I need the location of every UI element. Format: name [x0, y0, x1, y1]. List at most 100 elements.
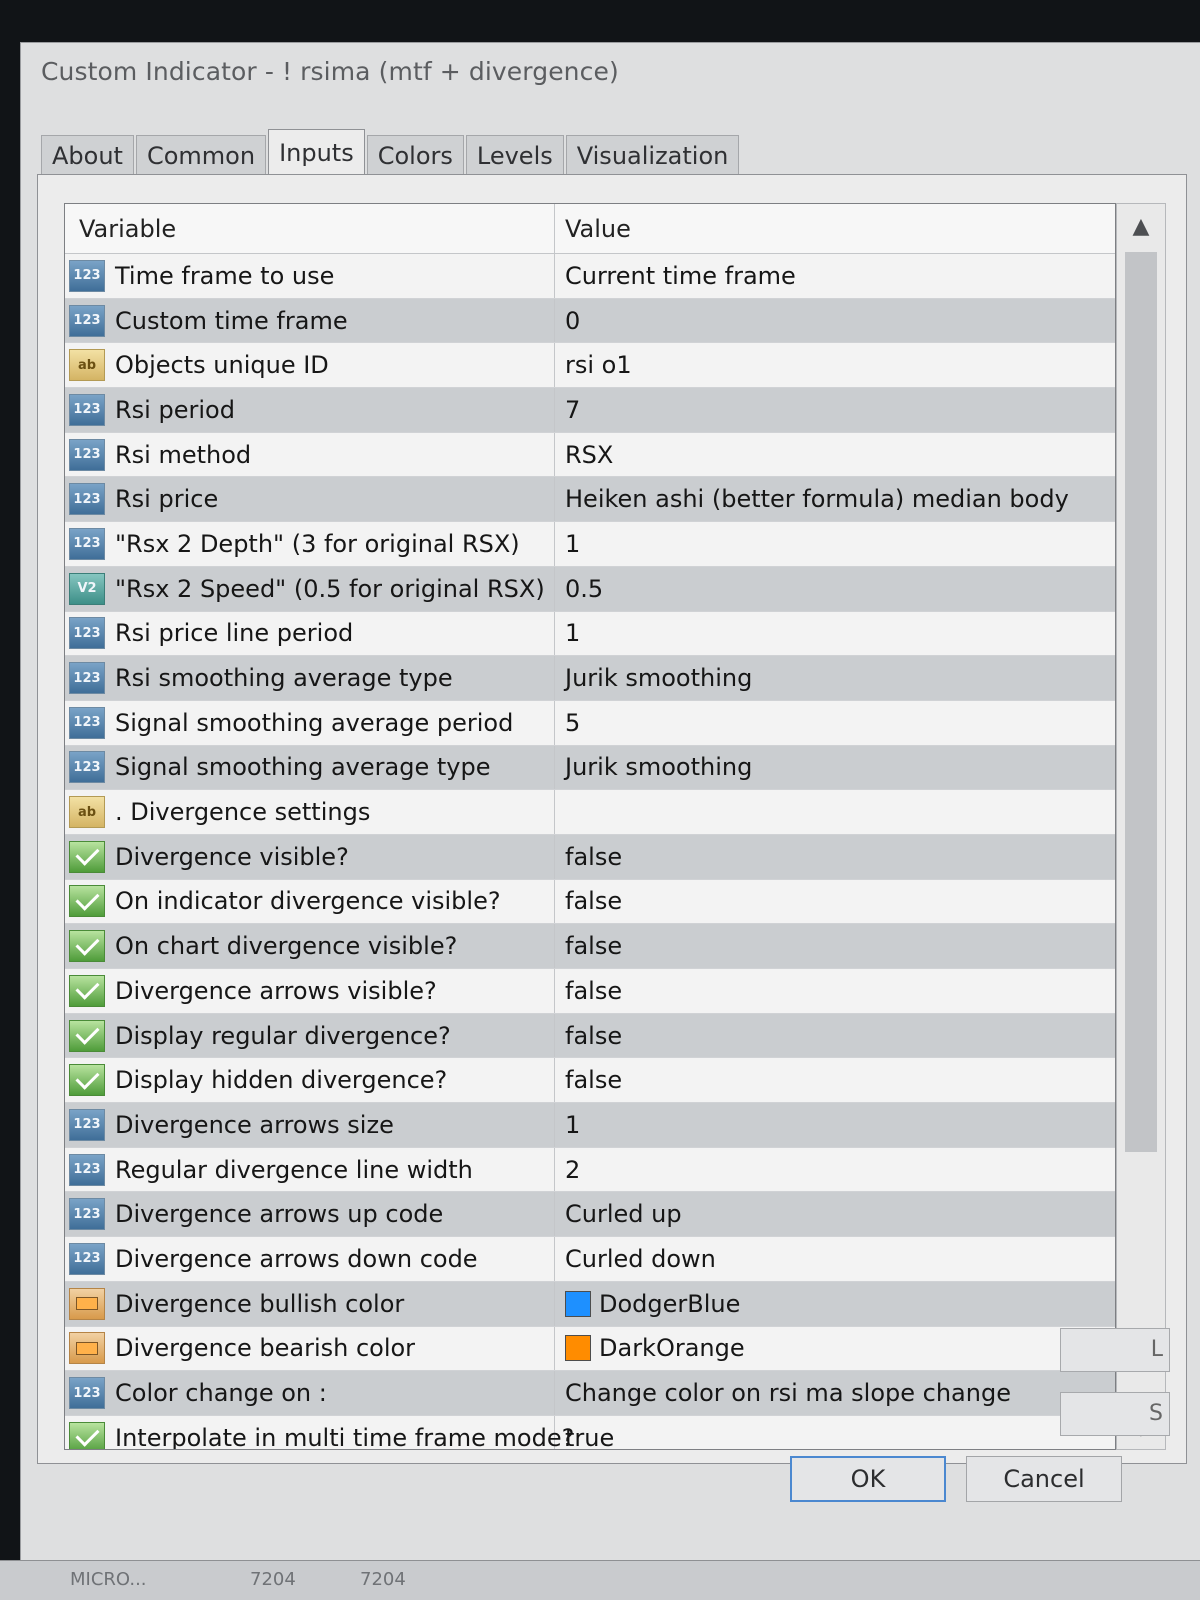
- tab-bar: About Common Inputs Colors Levels Visual…: [41, 129, 741, 175]
- table-row[interactable]: 123 Divergence arrows size 1: [65, 1103, 1115, 1148]
- value-cell[interactable]: 1: [555, 522, 1115, 566]
- table-row[interactable]: 123 Signal smoothing average type Jurik sm…: [65, 745, 1115, 791]
- table-row[interactable]: 123 Custom time frame 0: [65, 298, 1115, 344]
- table-row[interactable]: 123 Rsi method RSX: [65, 432, 1115, 478]
- table-row[interactable]: 123 Divergence arrows down code Curled dow…: [65, 1237, 1115, 1282]
- table-row[interactable]: 123 Time frame to use Current time frame: [65, 254, 1115, 299]
- value-cell[interactable]: 5: [555, 701, 1115, 745]
- value-cell[interactable]: [555, 790, 1115, 834]
- taskbar-item-mid2[interactable]: 7204: [360, 1569, 406, 1590]
- table-row[interactable]: Display hidden divergence? false: [65, 1058, 1115, 1104]
- value-column-header[interactable]: Value: [555, 204, 1115, 253]
- variable-cell: 123 "Rsx 2 Depth" (3 for original RSX): [65, 522, 555, 566]
- variable-cell: 123 Color change on :: [65, 1371, 555, 1415]
- value-text: 1: [565, 529, 581, 558]
- tab-visualization[interactable]: Visualization: [565, 135, 740, 175]
- table-row[interactable]: 123 Rsi smoothing average type Jurik smoot…: [65, 656, 1115, 701]
- table-row[interactable]: 123 Divergence arrows up code Curled up: [65, 1192, 1115, 1238]
- scroll-up-icon[interactable]: ▲: [1117, 204, 1165, 248]
- ok-button[interactable]: OK: [790, 1456, 946, 1502]
- side-button-l[interactable]: L: [1060, 1328, 1170, 1372]
- variable-label: Divergence bullish color: [115, 1289, 405, 1318]
- value-cell[interactable]: RSX: [555, 433, 1115, 477]
- tab-colors[interactable]: Colors: [366, 135, 464, 175]
- variable-label: . Divergence settings: [115, 798, 371, 827]
- tab-common[interactable]: Common: [135, 135, 267, 175]
- table-row[interactable]: Divergence bearish color DarkOrange: [65, 1326, 1115, 1372]
- value-cell[interactable]: false: [555, 1058, 1115, 1102]
- value-cell[interactable]: Jurik smoothing: [555, 746, 1115, 790]
- value-cell[interactable]: 7: [555, 388, 1115, 432]
- table-row[interactable]: V2 "Rsx 2 Speed" (0.5 for original RSX) 0.…: [65, 566, 1115, 612]
- side-button-s[interactable]: S: [1060, 1392, 1170, 1436]
- variable-cell: Display regular divergence?: [65, 1013, 555, 1058]
- value-text: Jurik smoothing: [565, 753, 753, 782]
- scroll-thumb[interactable]: [1125, 252, 1157, 1152]
- cancel-button[interactable]: Cancel: [966, 1456, 1122, 1502]
- vertical-scrollbar[interactable]: ▲ ▼: [1116, 203, 1166, 1450]
- variable-cell: 123 Divergence arrows size: [65, 1103, 555, 1147]
- tab-levels[interactable]: Levels: [465, 135, 564, 175]
- value-cell[interactable]: 1: [555, 612, 1115, 656]
- color-swatch: [565, 1290, 591, 1317]
- table-row[interactable]: 123 Color change on : Change color on rsi …: [65, 1371, 1115, 1416]
- variable-label: Divergence visible?: [115, 842, 349, 871]
- table-row[interactable]: ab . Divergence settings: [65, 790, 1115, 835]
- value-cell[interactable]: 2: [555, 1148, 1115, 1192]
- value-text: 0.5: [565, 574, 604, 603]
- variable-cell: 123 Regular divergence line width: [65, 1147, 555, 1192]
- tab-about[interactable]: About: [41, 135, 134, 175]
- variable-label: Regular divergence line width: [115, 1155, 473, 1184]
- value-cell[interactable]: Current time frame: [555, 254, 1115, 298]
- variable-label: Divergence bearish color: [115, 1334, 416, 1363]
- value-cell[interactable]: false: [555, 969, 1115, 1013]
- value-cell[interactable]: DarkOrange: [555, 1327, 1115, 1371]
- table-row[interactable]: Divergence visible? false: [65, 834, 1115, 880]
- variable-label: Custom time frame: [115, 306, 348, 335]
- table-row[interactable]: Interpolate in multi time frame mode? tru…: [65, 1415, 1115, 1450]
- table-row[interactable]: 123 Rsi price line period 1: [65, 611, 1115, 657]
- color-swatch: [565, 1335, 591, 1362]
- table-row[interactable]: 123 Signal smoothing average period 5: [65, 700, 1115, 746]
- table-row[interactable]: On chart divergence visible? false: [65, 924, 1115, 969]
- table-row[interactable]: Divergence bullish color DodgerBlue: [65, 1281, 1115, 1327]
- taskbar-item-mid1[interactable]: 7204: [250, 1569, 296, 1590]
- value-cell[interactable]: Heiken ashi (better formula) median body: [555, 477, 1115, 521]
- value-text: Curled down: [565, 1244, 716, 1273]
- value-cell[interactable]: false: [555, 835, 1115, 879]
- custom-indicator-dialog: Custom Indicator - ! rsima (mtf + diverg…: [20, 42, 1200, 1572]
- value-cell[interactable]: DodgerBlue: [555, 1282, 1115, 1326]
- table-row[interactable]: Display regular divergence? false: [65, 1013, 1115, 1059]
- value-cell[interactable]: Curled down: [555, 1237, 1115, 1281]
- table-row[interactable]: On indicator divergence visible? false: [65, 879, 1115, 925]
- value-cell[interactable]: 0: [555, 299, 1115, 343]
- value-cell[interactable]: rsi o1: [555, 343, 1115, 387]
- table-row[interactable]: ab Objects unique ID rsi o1: [65, 343, 1115, 389]
- value-cell[interactable]: false: [555, 924, 1115, 968]
- value-text: RSX: [565, 440, 614, 469]
- table-row[interactable]: 123 "Rsx 2 Depth" (3 for original RSX) 1: [65, 522, 1115, 567]
- value-cell[interactable]: Change color on rsi ma slope change: [555, 1371, 1115, 1415]
- variable-label: Objects unique ID: [115, 351, 329, 380]
- variable-label: "Rsx 2 Depth" (3 for original RSX): [115, 529, 520, 558]
- variable-column-header[interactable]: Variable: [65, 204, 555, 253]
- value-cell[interactable]: Jurik smoothing: [555, 656, 1115, 700]
- taskbar-item-left[interactable]: MICRO...: [70, 1569, 147, 1590]
- table-row[interactable]: 123 Rsi price Heiken ashi (better formula)…: [65, 477, 1115, 523]
- variable-cell: On indicator divergence visible?: [65, 879, 555, 924]
- variable-cell: 123 Divergence arrows down code: [65, 1237, 555, 1281]
- value-text: false: [565, 842, 623, 871]
- table-row[interactable]: 123 Regular divergence line width 2: [65, 1147, 1115, 1193]
- value-cell[interactable]: false: [555, 1014, 1115, 1058]
- int-type-icon: 123: [69, 1153, 105, 1186]
- table-row[interactable]: Divergence arrows visible? false: [65, 969, 1115, 1014]
- value-cell[interactable]: Curled up: [555, 1192, 1115, 1236]
- value-cell[interactable]: false: [555, 880, 1115, 924]
- tab-inputs[interactable]: Inputs: [268, 129, 365, 175]
- value-cell[interactable]: 0.5: [555, 567, 1115, 611]
- table-row[interactable]: 123 Rsi period 7: [65, 388, 1115, 433]
- value-cell[interactable]: 1: [555, 1103, 1115, 1147]
- value-cell[interactable]: true: [555, 1416, 1115, 1449]
- bool-type-icon: [69, 1064, 105, 1097]
- variable-label: Interpolate in multi time frame mode?: [115, 1423, 575, 1450]
